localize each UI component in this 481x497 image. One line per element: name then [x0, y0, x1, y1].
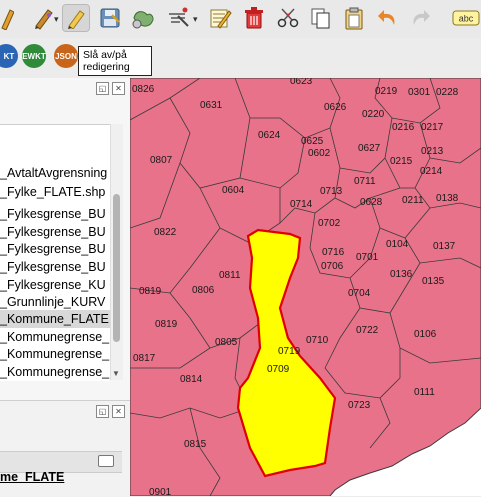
municipality-label: 0710: [306, 335, 329, 346]
municipality-label: 0814: [180, 374, 203, 385]
municipality-label: 0806: [192, 285, 215, 296]
municipality-label: 0136: [390, 269, 413, 280]
municipality-label: 0826: [132, 84, 155, 95]
layer-item[interactable]: _Grunnlinje_KURV: [0, 293, 110, 311]
scroll-down-icon[interactable]: ▼: [112, 369, 120, 378]
municipality-label: 0702: [318, 218, 341, 229]
municipality-label: 0716: [322, 247, 345, 258]
copy-ewkt-button[interactable]: EWKT: [22, 44, 46, 68]
map-canvas[interactable]: 0826 0623 0219 0301 0228 0631 0626 0220 0216 0217…: [130, 78, 481, 496]
float-panel-icon[interactable]: ◱: [96, 405, 109, 418]
municipality-label: 0215: [390, 156, 413, 167]
municipality-label: 0220: [362, 109, 385, 120]
municipality-label: 0624: [258, 130, 281, 141]
municipality-label: 0723: [348, 400, 371, 411]
json-label: JSON: [55, 51, 77, 61]
chevron-down-icon[interactable]: ▾: [193, 14, 198, 25]
undo-icon[interactable]: [374, 4, 402, 32]
options-icon[interactable]: [98, 455, 114, 467]
layer-item[interactable]: _Fylkesgrense_BU: [0, 223, 110, 241]
copy-features-icon[interactable]: [306, 4, 334, 32]
cut-features-icon[interactable]: [274, 4, 302, 32]
save-edits-icon[interactable]: [96, 4, 124, 32]
layer-item[interactable]: _Kommunegrense_: [0, 363, 110, 381]
close-panel-icon[interactable]: ✕: [112, 82, 125, 95]
municipality-label: 0111: [414, 387, 435, 398]
municipality-label: 0211: [402, 195, 424, 206]
scrollbar-thumb[interactable]: [113, 194, 120, 342]
municipality-label: 0805: [215, 337, 238, 348]
municipality-label: 0807: [150, 155, 173, 166]
panel-controls: ◱ ✕: [96, 82, 126, 96]
municipality-label: 0213: [421, 146, 444, 157]
pencil-partial-icon[interactable]: [0, 4, 14, 32]
municipality-label: 0627: [358, 143, 381, 154]
municipality-label: 0138: [436, 193, 459, 204]
municipality-label: 0815: [184, 439, 207, 450]
municipality-label: 0301: [408, 87, 431, 98]
municipality-label: 0216: [392, 122, 415, 133]
municipality-label: 0719: [278, 346, 301, 357]
municipality-label: 0822: [154, 227, 177, 238]
paste-features-icon[interactable]: [340, 4, 368, 32]
municipality-label: 0631: [200, 100, 223, 111]
municipality-label: 0817: [133, 353, 156, 364]
redo-icon[interactable]: [406, 4, 434, 32]
editing-toolbar: ▾ ▾ abc: [0, 0, 481, 39]
panel-controls: ◱ ✕: [96, 405, 126, 419]
float-panel-icon[interactable]: ◱: [96, 82, 109, 95]
modify-attributes-icon[interactable]: [206, 4, 234, 32]
municipality-label: 0214: [420, 166, 443, 177]
municipality-label: 0623: [290, 78, 313, 87]
municipality-label: 0706: [321, 261, 344, 272]
municipality-label: 0626: [324, 102, 347, 113]
municipality-label: 0819: [155, 319, 178, 330]
municipality-label: 0228: [436, 87, 459, 98]
municipality-label: 0701: [356, 252, 379, 263]
municipality-label: 0711: [354, 176, 376, 187]
municipality-label: 0217: [421, 122, 444, 133]
municipality-label: 0628: [360, 197, 383, 208]
abc-label: abc: [459, 14, 474, 24]
toggle-editing-tooltip: Slå av/på redigering: [78, 46, 152, 76]
municipality-label: 0811: [219, 270, 241, 281]
toggle-editing-pencil-icon[interactable]: [62, 4, 90, 32]
municipality-label: 0901: [149, 487, 172, 496]
layer-item[interactable]: _Fylkesgrense_KU: [0, 276, 110, 294]
municipality-label: 0602: [308, 148, 331, 159]
layers-list: _AvtaltAvgrensning _Fylke_FLATE.shp _Fyl…: [0, 124, 110, 381]
layer-item[interactable]: _Fylkesgrense_BU: [0, 205, 110, 223]
chevron-down-icon[interactable]: ▾: [54, 14, 59, 25]
municipality-label: 0219: [375, 86, 398, 97]
layer-item[interactable]: _Kommunegrense_: [0, 328, 110, 346]
active-layer-name: me_FLATE: [0, 470, 65, 484]
municipality-label: 0625: [301, 136, 324, 147]
add-polygon-icon[interactable]: [130, 4, 158, 32]
layer-item-selected[interactable]: _Kommune_FLATE: [0, 310, 110, 328]
layer-item[interactable]: _Fylkesgrense_BU: [0, 240, 110, 258]
municipality-label: 0709: [267, 364, 290, 375]
municipality-label: 0137: [433, 241, 456, 252]
municipality-label: 0604: [222, 185, 245, 196]
municipality-label: 0104: [386, 239, 409, 250]
municipality-label: 0704: [348, 288, 371, 299]
municipality-label: 0106: [414, 329, 437, 340]
wkt-label: KT: [3, 51, 15, 61]
municipality-label: 0722: [356, 325, 379, 336]
label-abc-icon[interactable]: abc: [452, 4, 480, 32]
municipality-label: 0135: [422, 276, 445, 287]
layer-item[interactable]: _Kommunegrense_: [0, 345, 110, 363]
municipality-label: 0713: [320, 186, 343, 197]
close-panel-icon[interactable]: ✕: [112, 405, 125, 418]
layers-scrollbar[interactable]: ▼: [110, 124, 123, 380]
ewkt-label: EWKT: [22, 51, 46, 61]
copy-json-button[interactable]: JSON: [54, 44, 78, 68]
municipality-label: 0714: [290, 199, 313, 210]
layer-item[interactable]: _Fylke_FLATE.shp: [0, 183, 110, 201]
municipality-label: 0819: [139, 286, 162, 297]
layer-item[interactable]: _AvtaltAvgrensning: [0, 164, 110, 182]
delete-selected-icon[interactable]: [240, 4, 268, 32]
vertex-tool-icon[interactable]: [164, 4, 192, 32]
layer-item[interactable]: _Fylkesgrense_BU: [0, 258, 110, 276]
